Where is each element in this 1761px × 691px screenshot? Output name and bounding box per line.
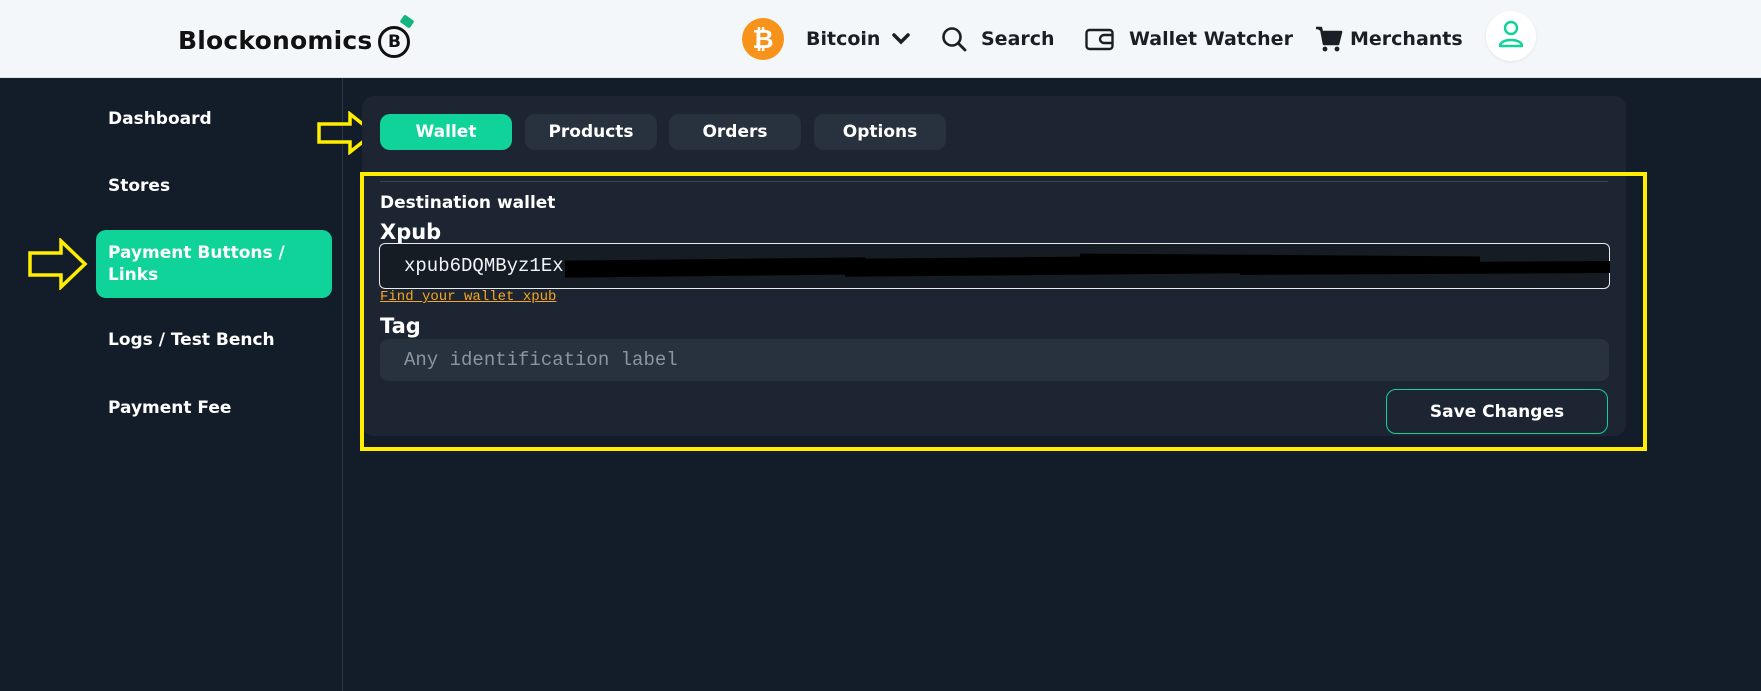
chevron-down-icon bbox=[892, 33, 911, 45]
sidebar-item-payment-fee[interactable]: Payment Fee bbox=[96, 397, 332, 419]
leaf-icon bbox=[399, 14, 415, 29]
currency-label: Bitcoin bbox=[806, 28, 881, 50]
annotation-highlight-box bbox=[360, 172, 1647, 451]
search-icon bbox=[941, 26, 967, 52]
wallet-icon bbox=[1085, 27, 1115, 51]
sidebar-item-dashboard[interactable]: Dashboard bbox=[96, 108, 332, 130]
annotation-arrow-icon bbox=[28, 238, 88, 290]
cart-icon bbox=[1314, 25, 1344, 53]
tab-products[interactable]: Products bbox=[525, 114, 657, 150]
sidebar-item-stores[interactable]: Stores bbox=[96, 175, 332, 197]
nav-wallet-watcher[interactable]: Wallet Watcher bbox=[1085, 0, 1293, 78]
sidebar-item-logs[interactable]: Logs / Test Bench bbox=[96, 329, 332, 351]
sidebar-item-payment-buttons[interactable]: Payment Buttons / Links bbox=[96, 230, 332, 298]
nav-merchants[interactable]: Merchants bbox=[1314, 0, 1463, 78]
brand-name: Blockonomics bbox=[178, 25, 373, 55]
tab-wallet[interactable]: Wallet bbox=[380, 114, 512, 150]
brand-logo-icon: B bbox=[378, 14, 415, 58]
nav-search[interactable]: Search bbox=[941, 0, 1055, 78]
tab-orders[interactable]: Orders bbox=[669, 114, 801, 150]
user-avatar[interactable] bbox=[1486, 11, 1536, 61]
brand[interactable]: Blockonomics B bbox=[178, 14, 415, 58]
bitcoin-icon: ₿ bbox=[742, 18, 784, 60]
brand-logo-letter: B bbox=[387, 32, 401, 52]
tab-options[interactable]: Options bbox=[814, 114, 946, 150]
nav-merchants-label: Merchants bbox=[1350, 28, 1463, 50]
bitcoin-symbol: ₿ bbox=[752, 24, 774, 55]
nav-wallet-watcher-label: Wallet Watcher bbox=[1129, 28, 1293, 50]
nav-search-label: Search bbox=[981, 28, 1055, 50]
currency-selector[interactable]: ₿ Bitcoin bbox=[742, 0, 911, 78]
user-icon bbox=[1498, 20, 1524, 53]
top-header: Blockonomics B ₿ Bitcoin Search Wallet W… bbox=[0, 0, 1761, 78]
sidebar bbox=[0, 78, 343, 691]
